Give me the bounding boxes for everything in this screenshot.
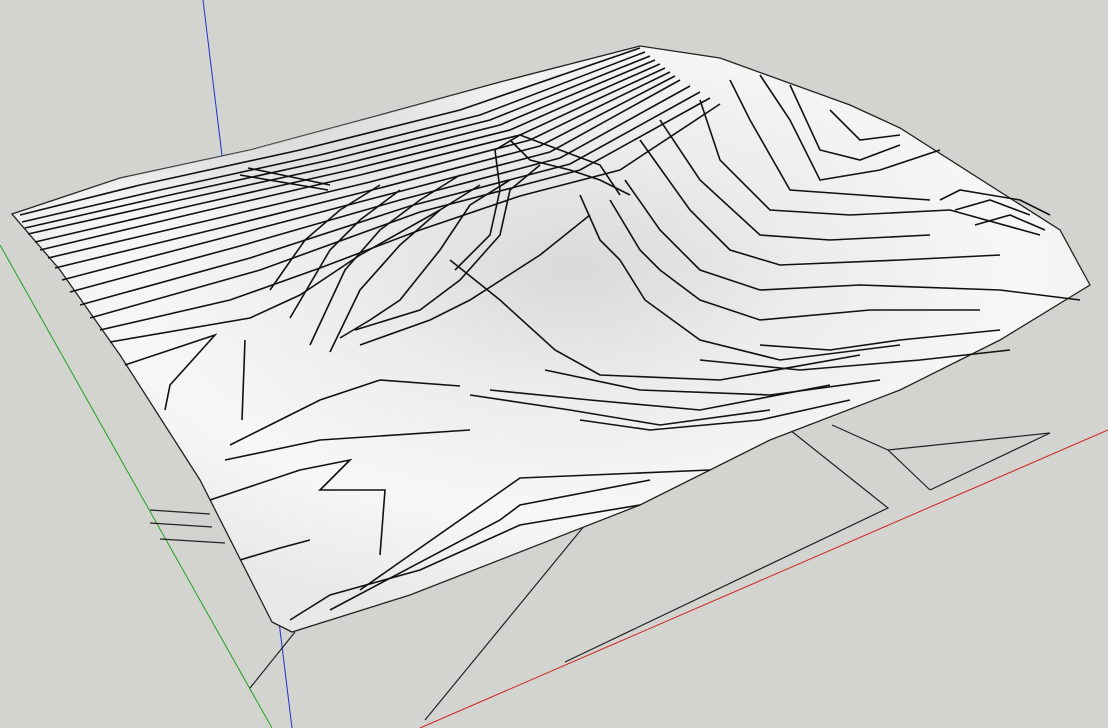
3d-model-canvas[interactable] bbox=[0, 0, 1108, 728]
sketchup-viewport[interactable] bbox=[0, 0, 1108, 728]
terrain-surface[interactable] bbox=[10, 45, 1091, 633]
